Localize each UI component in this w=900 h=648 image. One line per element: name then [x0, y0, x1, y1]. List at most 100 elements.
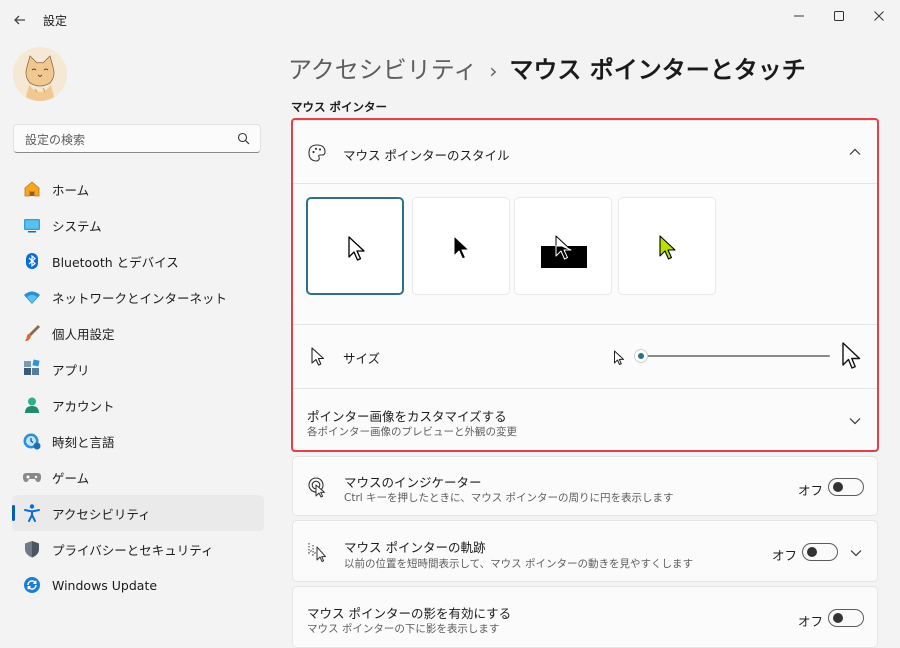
gaming-icon [22, 467, 42, 487]
sidebar-item-windows-update[interactable]: Windows Update [12, 567, 264, 603]
settings-search-box[interactable] [13, 124, 261, 153]
size-row: サイズ [293, 326, 877, 386]
sidebar-item-label: 時刻と言語 [52, 434, 115, 450]
sidebar-item-label: ネットワークとインターネット [52, 290, 228, 306]
trails-toggle[interactable] [802, 543, 838, 561]
divider [293, 324, 877, 325]
cursor-size-icon [311, 347, 325, 366]
trails-toggle-state: オフ [772, 548, 798, 563]
mouse-indicator-card: マウスのインジケーター Ctrl キーを押したときに、マウス ポインターの周りに… [292, 456, 878, 516]
sidebar-nav: ホーム システム Bluetooth とデバイス ネットワークとインターネット … [12, 171, 264, 603]
indicator-toggle-state: オフ [798, 483, 824, 498]
cat-avatar-icon [13, 47, 67, 101]
divider [293, 183, 877, 184]
chevron-up-icon[interactable] [848, 147, 862, 157]
black-cursor-icon [453, 235, 470, 260]
sidebar-item-apps[interactable]: アプリ [12, 351, 264, 387]
app-title: 設定 [43, 14, 68, 28]
accessibility-icon [22, 503, 42, 523]
sidebar-item-label: システム [52, 218, 102, 234]
minimize-icon [794, 15, 804, 17]
sidebar-item-label: アプリ [52, 362, 90, 378]
sidebar-item-accounts[interactable]: アカウント [12, 387, 264, 423]
customize-subtitle: 各ポインター画像のプレビューと外観の変更 [307, 426, 517, 438]
shield-icon [22, 539, 42, 559]
account-icon [22, 395, 42, 415]
back-button[interactable] [10, 10, 30, 30]
sidebar-item-label: ホーム [52, 182, 90, 198]
breadcrumb-separator: › [489, 59, 498, 83]
avatar[interactable] [13, 47, 67, 101]
close-button[interactable] [856, 0, 900, 32]
sidebar-item-label: アカウント [52, 398, 115, 414]
back-arrow-icon [14, 15, 25, 25]
pointer-style-inverted[interactable] [514, 197, 612, 295]
mouse-trails-icon [308, 543, 326, 562]
sidebar-item-time-language[interactable]: 時刻と言語 [12, 423, 264, 459]
sidebar-item-label: 個人用設定 [52, 326, 115, 342]
update-icon [22, 575, 42, 595]
pointer-shadow-card: マウス ポインターの影を有効にする マウス ポインターの下に影を表示します オフ [292, 586, 878, 648]
sidebar-item-home[interactable]: ホーム [12, 171, 264, 207]
breadcrumb-parent[interactable]: アクセシビリティ [288, 56, 477, 84]
chevron-down-icon[interactable] [848, 416, 862, 426]
system-icon [22, 215, 42, 235]
pointer-style-custom[interactable] [618, 197, 716, 295]
sidebar-item-privacy[interactable]: プライバシーとセキュリティ [12, 531, 264, 567]
section-label: マウス ポインター [291, 100, 388, 114]
sidebar-item-gaming[interactable]: ゲーム [12, 459, 264, 495]
title-bar: 設定 [0, 0, 900, 40]
customize-title: ポインター画像をカスタマイズする [307, 409, 507, 424]
apps-icon [22, 359, 42, 379]
large-cursor-icon [842, 342, 861, 369]
maximize-icon [834, 11, 844, 21]
sidebar-item-label: ゲーム [52, 470, 90, 486]
toggle-knob [833, 482, 843, 492]
mouse-indicator-icon [308, 477, 325, 498]
toggle-knob [807, 547, 817, 557]
pointer-style-black[interactable] [412, 197, 510, 295]
indicator-toggle[interactable] [828, 478, 864, 496]
bluetooth-icon [22, 251, 42, 271]
home-icon [22, 179, 42, 199]
pointer-style-title: マウス ポインターのスタイル [343, 148, 510, 163]
sidebar-item-label: Bluetooth とデバイス [52, 254, 179, 270]
sidebar-item-label: プライバシーとセキュリティ [52, 542, 214, 558]
pointer-style-white[interactable] [306, 197, 404, 295]
sidebar-item-label: アクセシビリティ [52, 506, 151, 522]
brush-icon [22, 323, 42, 343]
slider-thumb[interactable] [634, 349, 648, 363]
customize-pointer-row[interactable]: ポインター画像をカスタマイズする 各ポインター画像のプレビューと外観の変更 [293, 389, 877, 450]
shadow-title: マウス ポインターの影を有効にする [307, 606, 512, 621]
mouse-trails-card: マウス ポインターの軌跡 以前の位置を短時間表示して、マウス ポインターの動きを… [292, 520, 878, 582]
lime-cursor-icon [659, 235, 676, 260]
network-icon [22, 287, 42, 307]
white-cursor-icon [348, 236, 365, 261]
sidebar-item-personalization[interactable]: 個人用設定 [12, 315, 264, 351]
size-slider[interactable] [634, 348, 832, 364]
search-input[interactable] [23, 130, 227, 150]
indicator-subtitle: Ctrl キーを押したときに、マウス ポインターの周りに円を表示します [344, 492, 674, 504]
page-title: マウス ポインターとタッチ [509, 56, 806, 84]
chevron-down-icon[interactable] [849, 548, 863, 558]
size-title: サイズ [343, 351, 381, 366]
sidebar-item-network[interactable]: ネットワークとインターネット [12, 279, 264, 315]
trails-subtitle: 以前の位置を短時間表示して、マウス ポインターの動きを見やすくします [344, 558, 693, 570]
shadow-toggle[interactable] [828, 609, 864, 627]
slider-track [636, 355, 830, 357]
indicator-title: マウスのインジケーター [344, 475, 482, 490]
time-language-icon [22, 431, 42, 451]
breadcrumb: アクセシビリティ › マウス ポインターとタッチ [288, 50, 806, 85]
pointer-style-header[interactable]: マウス ポインターのスタイル [293, 121, 877, 183]
shadow-subtitle: マウス ポインターの下に影を表示します [307, 623, 500, 635]
sidebar-item-accessibility[interactable]: アクセシビリティ [12, 495, 264, 531]
toggle-knob [833, 613, 843, 623]
sidebar-item-bluetooth[interactable]: Bluetooth とデバイス [12, 243, 264, 279]
small-cursor-icon [614, 350, 624, 365]
palette-icon [308, 144, 326, 162]
sidebar-item-system[interactable]: システム [12, 207, 264, 243]
sidebar-item-label: Windows Update [52, 577, 158, 593]
inverted-cursor-icon [555, 235, 572, 260]
search-icon[interactable] [237, 132, 250, 145]
shadow-toggle-state: オフ [798, 614, 824, 629]
